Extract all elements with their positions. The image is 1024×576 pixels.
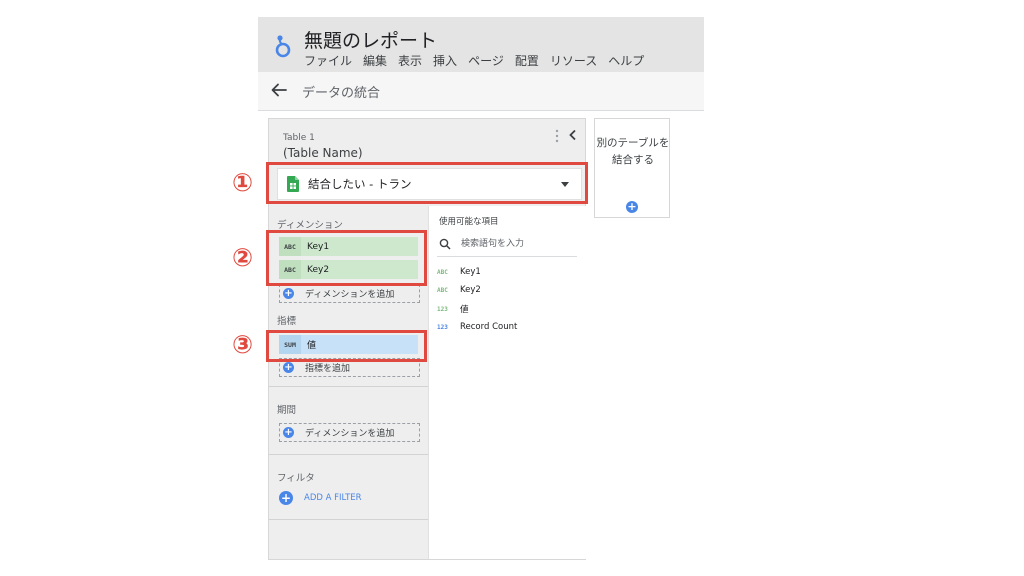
menu-arrange[interactable]: 配置 bbox=[515, 52, 539, 69]
menu-help[interactable]: ヘルプ bbox=[608, 52, 644, 69]
menu-bar: ファイル 編集 表示 挿入 ページ 配置 リソース ヘルプ bbox=[304, 52, 644, 69]
dimensions-heading: ディメンション bbox=[277, 220, 343, 231]
add-date-dimension-button[interactable]: + ディメンションを追加 bbox=[279, 423, 420, 442]
back-arrow-icon[interactable] bbox=[270, 81, 288, 99]
looker-studio-logo-icon[interactable] bbox=[274, 33, 296, 59]
available-field-key2[interactable]: ABC Key2 bbox=[437, 283, 481, 297]
search-icon bbox=[439, 238, 451, 250]
add-icon: + bbox=[283, 288, 294, 299]
annotation-box-3 bbox=[266, 330, 427, 362]
add-date-dimension-label: ディメンションを追加 bbox=[305, 429, 395, 439]
add-table-label: 別のテーブルを結合する bbox=[596, 137, 670, 166]
number-type-icon: 123 bbox=[437, 305, 448, 313]
text-type-icon: ABC bbox=[437, 268, 448, 276]
available-field-name: 値 bbox=[460, 305, 469, 315]
blend-toolbar: データの統合 bbox=[258, 72, 704, 111]
add-icon[interactable]: + bbox=[626, 201, 638, 213]
available-fields-heading: 使用可能な項目 bbox=[439, 217, 499, 227]
metrics-heading: 指標 bbox=[277, 316, 297, 327]
add-metric-label: 指標を追加 bbox=[305, 364, 351, 374]
add-dimension-label: ディメンションを追加 bbox=[305, 290, 395, 300]
annotation-marker-3: ③ bbox=[232, 330, 254, 359]
menu-view[interactable]: 表示 bbox=[398, 52, 422, 69]
field-search-input[interactable] bbox=[461, 237, 573, 251]
add-icon: + bbox=[283, 427, 294, 438]
section-divider bbox=[269, 519, 428, 520]
available-field-record-count[interactable]: 123 Record Count bbox=[437, 320, 517, 334]
menu-edit[interactable]: 編集 bbox=[363, 52, 387, 69]
app-header: 無題のレポート ファイル 編集 表示 挿入 ページ 配置 リソース ヘルプ bbox=[258, 17, 704, 72]
section-divider bbox=[269, 454, 428, 455]
date-range-heading: 期間 bbox=[277, 405, 297, 416]
available-field-name: Record Count bbox=[460, 322, 518, 332]
more-vert-icon[interactable] bbox=[554, 128, 560, 144]
table-name[interactable]: (Table Name) bbox=[283, 146, 363, 160]
filter-heading: フィルタ bbox=[277, 473, 315, 484]
text-type-icon: ABC bbox=[437, 286, 448, 294]
field-search bbox=[437, 234, 577, 257]
add-icon: + bbox=[279, 491, 293, 505]
annotation-marker-2: ② bbox=[232, 243, 254, 272]
annotation-box-1 bbox=[266, 162, 588, 204]
menu-page[interactable]: ページ bbox=[468, 52, 504, 69]
menu-file[interactable]: ファイル bbox=[304, 52, 352, 69]
add-filter-button[interactable]: + ADD A FILTER bbox=[279, 491, 362, 505]
number-type-icon: 123 bbox=[437, 323, 448, 331]
toolbar-title: データの統合 bbox=[302, 86, 381, 101]
available-field-name: Key2 bbox=[460, 285, 481, 295]
chevron-left-icon[interactable] bbox=[568, 129, 578, 141]
section-divider bbox=[269, 386, 428, 387]
menu-resource[interactable]: リソース bbox=[550, 52, 597, 69]
annotation-marker-1: ① bbox=[232, 168, 254, 197]
available-field-key1[interactable]: ABC Key1 bbox=[437, 265, 481, 279]
add-dimension-button[interactable]: + ディメンションを追加 bbox=[279, 284, 420, 303]
menu-insert[interactable]: 挿入 bbox=[433, 52, 457, 69]
available-fields-column: 使用可能な項目 ABC Key1 ABC Key2 123 値 123 Reco… bbox=[428, 206, 586, 559]
table-index-label: Table 1 bbox=[283, 133, 315, 143]
add-icon: + bbox=[283, 362, 294, 373]
add-filter-label: ADD A FILTER bbox=[304, 493, 362, 503]
available-field-name: Key1 bbox=[460, 267, 481, 277]
report-title[interactable]: 無題のレポート bbox=[304, 26, 437, 53]
annotation-box-2 bbox=[266, 230, 427, 286]
available-field-value[interactable]: 123 値 bbox=[437, 302, 469, 316]
add-table-card[interactable]: 別のテーブルを結合する + bbox=[594, 118, 670, 218]
